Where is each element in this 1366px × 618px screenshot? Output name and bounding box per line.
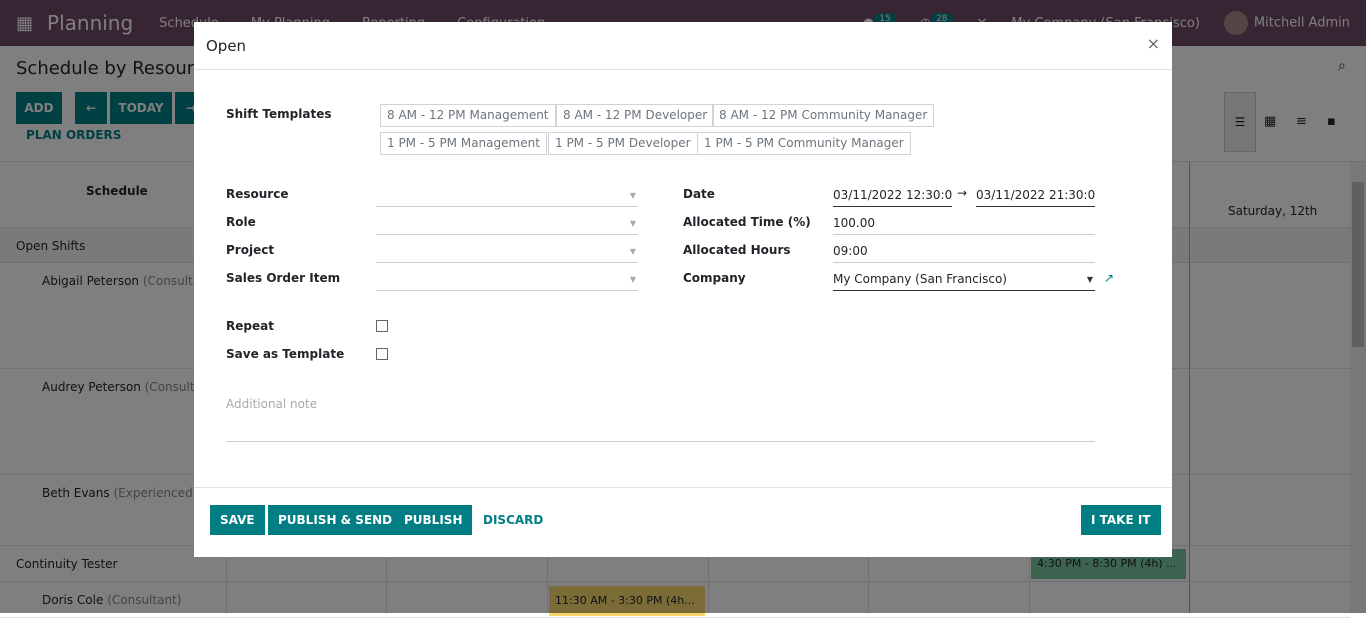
save-as-template-label: Save as Template	[226, 347, 345, 361]
date-start-input[interactable]: 03/11/2022 12:30:00	[833, 185, 952, 207]
allocated-hours-label: Allocated Hours	[683, 243, 791, 257]
role-select[interactable]: ▼	[376, 213, 638, 235]
save-button[interactable]: SAVE	[210, 505, 265, 535]
allocated-time-input[interactable]: 100.00	[833, 213, 1095, 235]
arrow-right-icon: →	[957, 186, 968, 200]
i-take-it-button[interactable]: I TAKE IT	[1081, 505, 1161, 535]
note-textarea[interactable]: Additional note	[226, 394, 1095, 442]
date-end-input[interactable]: 03/11/2022 21:30:00	[976, 185, 1095, 207]
dialog-header: Open	[194, 22, 1172, 70]
template-button[interactable]: 1 PM - 5 PM Developer	[548, 132, 698, 155]
caret-down-icon: ▼	[629, 191, 636, 200]
sales-order-item-label: Sales Order Item	[226, 271, 341, 285]
template-button[interactable]: 8 AM - 12 PM Management	[380, 104, 556, 127]
publish-button[interactable]: PUBLISH	[394, 505, 473, 535]
repeat-label: Repeat	[226, 319, 274, 333]
role-label: Role	[226, 215, 256, 229]
allocated-hours-input[interactable]: 09:00	[833, 241, 1095, 263]
save-as-template-checkbox[interactable]	[376, 348, 388, 360]
open-shift-dialog: Open × Shift Templates 8 AM - 12 PM Mana…	[194, 22, 1172, 557]
company-select[interactable]: My Company (San Francisco) ▼	[833, 269, 1095, 291]
project-label: Project	[226, 243, 275, 257]
caret-down-icon: ▼	[629, 219, 636, 228]
close-icon[interactable]: ×	[1147, 34, 1160, 53]
repeat-checkbox[interactable]	[376, 320, 388, 332]
project-select[interactable]: ▼	[376, 241, 638, 263]
caret-down-icon: ▼	[629, 247, 636, 256]
company-value: My Company (San Francisco)	[833, 272, 1007, 286]
external-link-icon[interactable]: ↗	[1104, 271, 1114, 285]
shift-templates-label: Shift Templates	[226, 107, 332, 121]
sales-order-item-select[interactable]: ▼	[376, 269, 638, 291]
caret-down-icon: ▼	[629, 275, 636, 284]
template-button[interactable]: 1 PM - 5 PM Management	[380, 132, 547, 155]
resource-label: Resource	[226, 187, 289, 201]
date-label: Date	[683, 187, 715, 201]
template-button[interactable]: 1 PM - 5 PM Community Manager	[697, 132, 911, 155]
template-button[interactable]: 8 AM - 12 PM Developer	[556, 104, 715, 127]
caret-down-icon: ▼	[1086, 275, 1093, 284]
publish-send-button[interactable]: PUBLISH & SEND	[268, 505, 403, 535]
dialog-footer: SAVE PUBLISH & SEND PUBLISH DISCARD I TA…	[194, 487, 1172, 557]
discard-button[interactable]: DISCARD	[473, 505, 553, 535]
resource-select[interactable]: ▼	[376, 185, 638, 207]
allocated-time-label: Allocated Time (%)	[683, 215, 811, 229]
dialog-title: Open	[206, 36, 247, 55]
template-button[interactable]: 8 AM - 12 PM Community Manager	[712, 104, 935, 127]
company-label: Company	[683, 271, 746, 285]
